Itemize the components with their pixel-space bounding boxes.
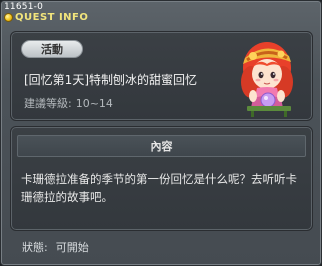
npc-portrait-icon [241, 42, 293, 117]
quest-id: 11651-0 [4, 2, 44, 12]
quest-content-panel: 內容 卡珊德拉准备的季节的第一份回忆是什么呢？去听听卡珊德拉的故事吧。 [10, 126, 313, 231]
quest-summary-panel: 活動 [回忆第1天]特制刨冰的甜蜜回忆 建議等級: 10~14 [10, 31, 313, 121]
window-title: QUEST INFO [15, 12, 89, 23]
quest-name: [回忆第1天]特制刨冰的甜蜜回忆 [24, 73, 197, 87]
category-badge: 活動 [21, 40, 83, 58]
recommended-level: 建議等級: 10~14 [24, 95, 113, 111]
content-text: 卡珊德拉准备的季节的第一份回忆是什么呢？去听听卡珊德拉的故事吧。 [21, 172, 297, 204]
content-header: 內容 [17, 135, 306, 157]
status-label: 狀態: [22, 241, 48, 254]
quest-status: 狀態: 可開始 [22, 239, 89, 255]
title-bar[interactable]: QUEST INFO [4, 12, 88, 23]
level-value: 10~14 [75, 97, 113, 110]
quest-bulb-icon [4, 13, 13, 22]
quest-info-window: 11651-0 QUEST INFO 活動 [回忆第1天]特制刨冰的甜蜜回忆 建… [0, 0, 322, 266]
level-label: 建議等級: [24, 97, 72, 110]
status-value: 可開始 [55, 241, 89, 254]
